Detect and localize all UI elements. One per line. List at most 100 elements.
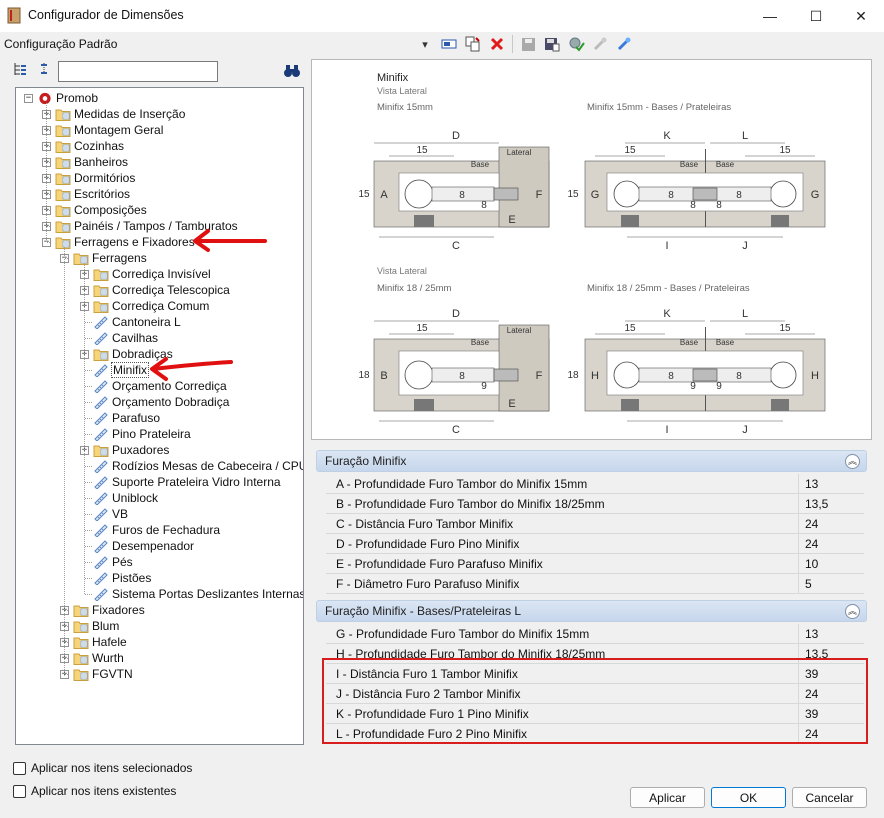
copy-icon[interactable] bbox=[464, 35, 482, 53]
expander-icon[interactable]: − bbox=[24, 93, 33, 103]
tree-item[interactable]: + Hafele bbox=[60, 634, 127, 650]
rename-icon[interactable] bbox=[440, 35, 458, 53]
checkbox-box[interactable] bbox=[13, 784, 26, 798]
dim-value: 8 bbox=[668, 371, 674, 382]
collapse-tree-icon[interactable] bbox=[36, 61, 52, 80]
save-as-icon[interactable] bbox=[543, 35, 561, 53]
window-title: Configurador de Dimensões bbox=[28, 8, 184, 22]
base-label: Base bbox=[716, 160, 735, 169]
property-value[interactable]: 10 bbox=[798, 554, 864, 573]
property-value[interactable]: 24 bbox=[798, 534, 864, 553]
tree-item[interactable]: + Corrediça Comum bbox=[80, 298, 209, 314]
checkbox-box[interactable] bbox=[13, 761, 26, 775]
property-value[interactable]: 13 bbox=[798, 474, 864, 493]
thickness-value: 15 bbox=[567, 189, 579, 200]
group-header[interactable]: Furação Minifix ︽ bbox=[316, 450, 867, 472]
tree-item[interactable]: Furos de Fechadura bbox=[80, 522, 220, 538]
tree-item[interactable]: Sistema Portas Deslizantes Internas bbox=[80, 586, 303, 602]
folder-icon bbox=[73, 605, 89, 617]
tree-item[interactable]: + Montagem Geral bbox=[42, 122, 163, 138]
tree-item[interactable]: − Ferragens bbox=[60, 250, 147, 266]
close-button[interactable]: ✕ bbox=[838, 0, 884, 32]
dim-value: 8 bbox=[736, 371, 742, 382]
property-row[interactable]: F - Diâmetro Furo Parafuso Minifix 5 bbox=[326, 574, 864, 594]
tree-item[interactable]: Pino Prateleira bbox=[80, 426, 191, 442]
property-value[interactable]: 13,5 bbox=[798, 494, 864, 513]
search-input[interactable] bbox=[58, 61, 218, 82]
tree-item[interactable]: Rodízios Mesas de Cabeceira / CPU bbox=[80, 458, 303, 474]
property-row[interactable]: B - Profundidade Furo Tambor do Minifix … bbox=[326, 494, 864, 514]
collapse-chevron-icon[interactable]: ︽ bbox=[845, 604, 860, 619]
drawing-shape bbox=[692, 368, 718, 382]
tree-item[interactable]: Parafuso bbox=[80, 410, 160, 426]
drawing-shape bbox=[404, 360, 434, 390]
promob-logo-icon bbox=[39, 92, 51, 104]
apply-existing-checkbox[interactable]: Aplicar nos itens existentes bbox=[13, 784, 176, 798]
tree-item[interactable]: + Composições bbox=[42, 202, 147, 218]
tree-item[interactable]: + FGVTN bbox=[60, 666, 133, 682]
dropdown-icon[interactable]: ▾ bbox=[416, 35, 434, 53]
tree-item[interactable]: − Promob bbox=[24, 90, 98, 106]
dim-letter: G bbox=[591, 189, 600, 201]
tree-item[interactable]: + Corrediça Invisível bbox=[80, 266, 211, 282]
maximize-button[interactable]: ☐ bbox=[793, 0, 839, 32]
tree-item[interactable]: + Dormitórios bbox=[42, 170, 135, 186]
tool-icon[interactable] bbox=[591, 35, 609, 53]
dimension-icon bbox=[94, 396, 108, 409]
minimize-button[interactable]: — bbox=[747, 0, 793, 32]
ok-button[interactable]: OK bbox=[711, 787, 786, 808]
tree-item[interactable]: + Blum bbox=[60, 618, 119, 634]
tree-item[interactable]: + Wurth bbox=[60, 650, 124, 666]
folder-icon bbox=[73, 669, 89, 681]
cancel-button[interactable]: Cancelar bbox=[792, 787, 867, 808]
tree-item[interactable]: + Cozinhas bbox=[42, 138, 124, 154]
property-row[interactable]: A - Profundidade Furo Tambor do Minifix … bbox=[326, 474, 864, 494]
category-tree[interactable]: − Promob + Medidas de Inserção + Montagem Ger… bbox=[15, 87, 304, 745]
expand-tree-icon[interactable] bbox=[12, 61, 28, 80]
tree-item[interactable]: + Fixadores bbox=[60, 602, 145, 618]
folder-icon bbox=[73, 653, 89, 665]
dim-value: 9 bbox=[481, 381, 487, 392]
minifix-drawings: D Lateral Base 15 15 A 8 8 E F C K L Base Base 15 15 15 G G… bbox=[358, 130, 826, 436]
tree-item-label: Cantoneira L bbox=[112, 315, 181, 329]
group-title: Furação Minifix - Bases/Prateleiras L bbox=[325, 604, 522, 618]
tree-item[interactable]: + Escritórios bbox=[42, 186, 130, 202]
folder-icon bbox=[55, 173, 71, 185]
tree-item[interactable]: + Corrediça Telescopica bbox=[80, 282, 230, 298]
dimension-icon bbox=[94, 332, 108, 345]
apply-selected-checkbox[interactable]: Aplicar nos itens selecionados bbox=[13, 761, 192, 775]
folder-icon bbox=[55, 221, 71, 233]
wrench-icon[interactable] bbox=[615, 35, 633, 53]
property-value[interactable]: 5 bbox=[798, 574, 864, 593]
tree-item[interactable]: Cantoneira L bbox=[80, 314, 181, 330]
base-label: Base bbox=[471, 338, 490, 347]
tree-connector bbox=[65, 658, 68, 659]
tree-connector bbox=[46, 103, 47, 242]
collapse-chevron-icon[interactable]: ︽ bbox=[845, 454, 860, 469]
tree-item[interactable]: + Medidas de Inserção bbox=[42, 106, 185, 122]
tree-item[interactable]: + Banheiros bbox=[42, 154, 128, 170]
property-row[interactable]: D - Profundidade Furo Pino Minifix 24 bbox=[326, 534, 864, 554]
property-value[interactable]: 13 bbox=[798, 624, 864, 643]
settings-check-icon[interactable] bbox=[567, 35, 585, 53]
folder-icon bbox=[93, 445, 109, 457]
property-row[interactable]: G - Profundidade Furo Tambor do Minifix … bbox=[326, 624, 864, 644]
dimension-icon bbox=[94, 316, 108, 329]
property-value[interactable]: 24 bbox=[798, 514, 864, 533]
folder-icon bbox=[93, 269, 109, 281]
dimension-icon bbox=[94, 460, 108, 473]
tree-connector bbox=[47, 178, 50, 179]
drawing-shape bbox=[493, 368, 519, 382]
binoculars-icon[interactable] bbox=[283, 63, 301, 79]
tree-item[interactable]: + Puxadores bbox=[80, 442, 169, 458]
apply-button[interactable]: Aplicar bbox=[630, 787, 705, 808]
property-row[interactable]: E - Profundidade Furo Parafuso Minifix 10 bbox=[326, 554, 864, 574]
tree-item[interactable]: Suporte Prateleira Vidro Interna bbox=[80, 474, 281, 490]
group-header[interactable]: Furação Minifix - Bases/Prateleiras L ︽ bbox=[316, 600, 867, 622]
property-row[interactable]: C - Distância Furo Tambor Minifix 24 bbox=[326, 514, 864, 534]
tree-item[interactable]: Orçamento Dobradiça bbox=[80, 394, 229, 410]
tree-connector bbox=[85, 434, 92, 435]
delete-icon[interactable] bbox=[488, 35, 506, 53]
save-icon[interactable] bbox=[519, 35, 537, 53]
tree-item[interactable]: Desempenador bbox=[80, 538, 194, 554]
